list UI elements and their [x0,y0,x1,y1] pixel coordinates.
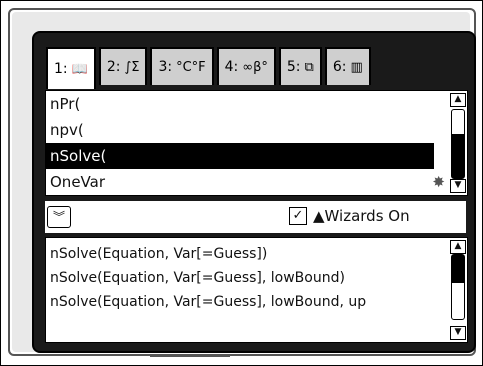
expand-chevron-icon[interactable]: ︾ [47,206,71,228]
tab-1[interactable]: 1: 📖 [46,47,96,89]
templates-icon: ⧉ [304,59,314,75]
list-item[interactable]: npv( [46,117,434,143]
scrollbar-thumb[interactable] [452,255,464,283]
wizards-label: ▲Wizards On [313,207,410,225]
tab-5-number: 5: [286,59,301,75]
library-icon: ▥ [350,59,363,75]
scroll-down-arrow-icon[interactable]: ▼ [450,179,466,193]
scrollbar-track[interactable] [451,254,465,320]
tab-5[interactable]: 5: ⧉ [278,47,322,85]
scroll-down-arrow-icon[interactable]: ▼ [450,326,466,340]
syntax-line: nSolve(Equation, Var[=Guess]) [50,246,268,262]
tab-2-number: 2: [106,59,121,75]
tab-6-number: 6: [332,59,347,75]
scrollbar-track[interactable] [451,109,465,179]
help-scrollbar[interactable]: ▲ ▼ [449,238,466,342]
unit-conversion-icon: °C°F [176,59,206,75]
scrollbar-thumb[interactable] [452,134,464,178]
wizards-checkbox[interactable]: ✓ [289,207,307,225]
scroll-up-arrow-icon[interactable]: ▲ [450,93,466,107]
options-bar: ︾ ✓ ▲Wizards On [45,201,466,233]
symbols-icon: ∞β° [242,59,268,75]
scroll-up-arrow-icon[interactable]: ▲ [450,240,466,254]
document-bottom-edge [150,355,230,357]
tab-2[interactable]: 2: ∫Σ [98,47,148,85]
list-item-selected[interactable]: nSolve( [46,143,434,169]
command-list[interactable]: nPr( npv( nSolve( OneVar ✸ ▲ ▼ [45,90,468,196]
tab-3-number: 3: [158,59,173,75]
catalog-dialog: 1: 📖 2: ∫Σ 3: °C°F 4: ∞β° 5: ⧉ 6: ▥ nPr(… [32,31,476,353]
tab-1-number: 1: [54,61,68,77]
book-icon: 📖 [71,61,88,77]
syntax-help: nSolve(Equation, Var[=Guess]) nSolve(Equ… [45,237,468,343]
syntax-line: nSolve(Equation, Var[=Guess], lowBound, … [50,294,367,310]
tab-3[interactable]: 3: °C°F [150,47,214,85]
tab-6[interactable]: 6: ▥ [324,47,371,85]
list-item[interactable]: nPr( [46,91,434,117]
sparkle-icon: ✸ [432,173,445,191]
list-item[interactable]: OneVar [46,169,434,195]
tab-4[interactable]: 4: ∞β° [216,47,276,85]
catalog-tabs: 1: 📖 2: ∫Σ 3: °C°F 4: ∞β° 5: ⧉ 6: ▥ [46,47,374,89]
list-scrollbar[interactable]: ▲ ▼ [449,91,466,195]
integral-sigma-icon: ∫Σ [124,59,140,75]
syntax-line: nSolve(Equation, Var[=Guess], lowBound) [50,270,345,286]
tab-4-number: 4: [224,59,239,75]
